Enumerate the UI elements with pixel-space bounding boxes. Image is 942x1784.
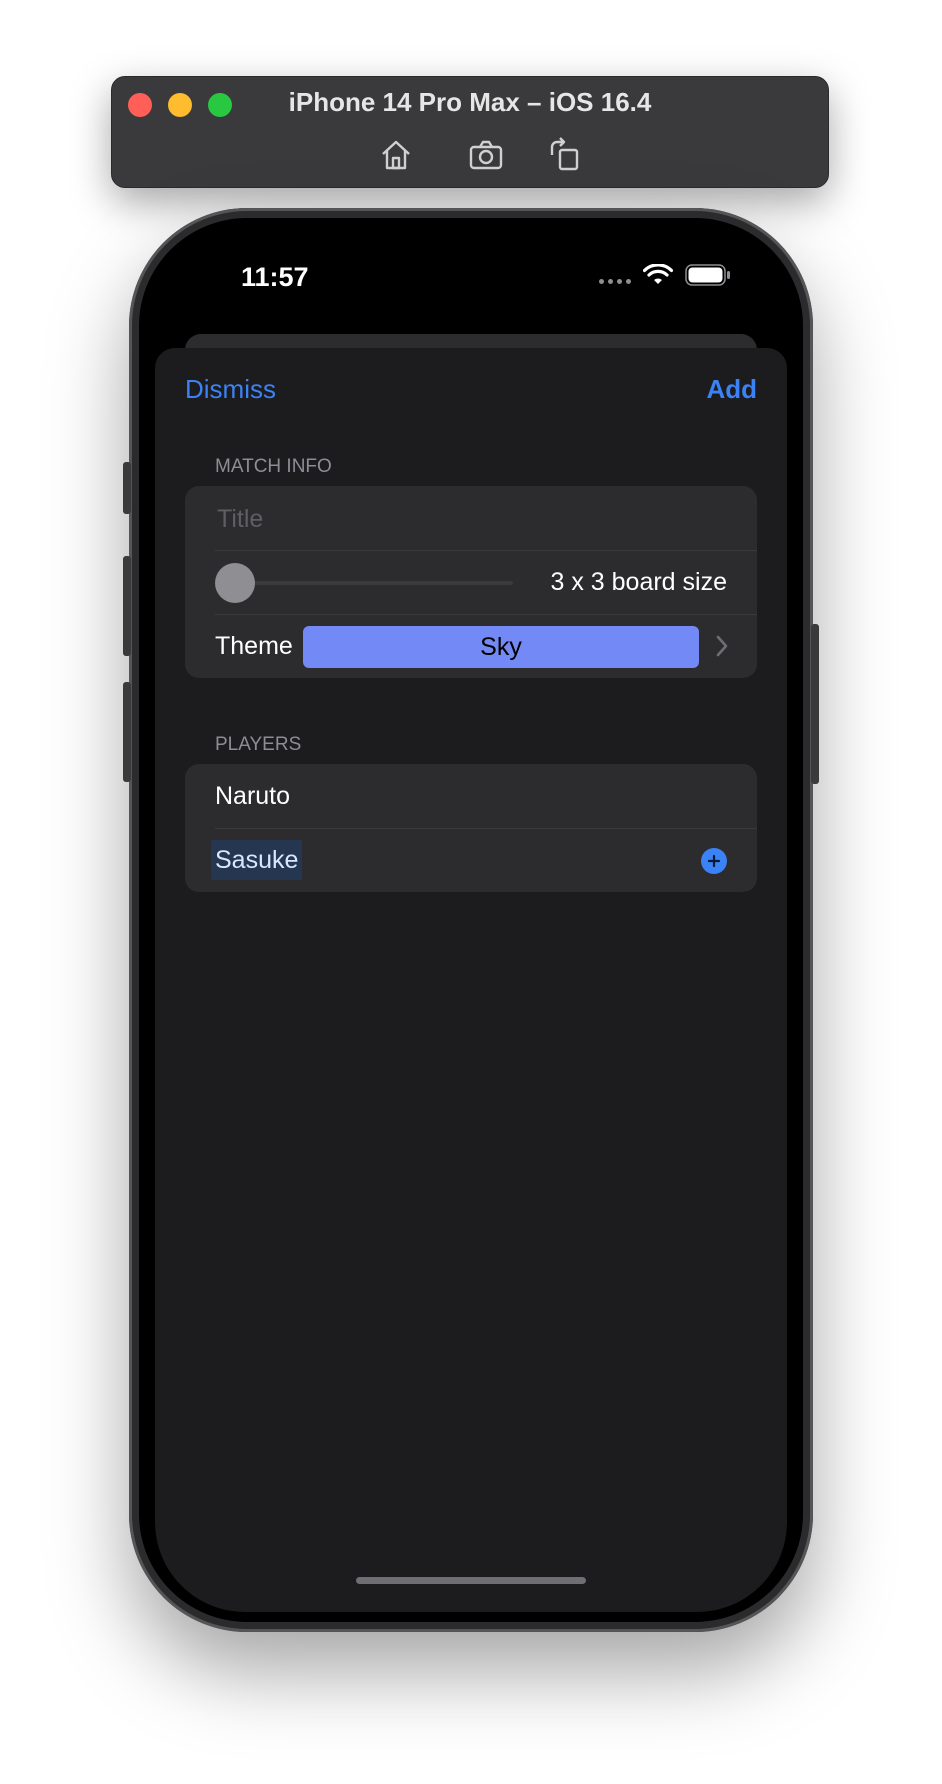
rotate-icon[interactable] (544, 135, 584, 175)
theme-row[interactable]: Theme Sky (185, 614, 757, 678)
power-button (811, 624, 819, 784)
battery-icon (685, 264, 730, 286)
volume-up-button (123, 556, 131, 656)
board-size-row: 3 x 3 board size (185, 550, 757, 614)
list-item[interactable]: Naruto (185, 764, 757, 828)
screen: 11:57 Dismiss Add MATCH INFO Title 3 x 3… (139, 218, 803, 1622)
add-player-button[interactable] (701, 848, 727, 874)
match-info-header: MATCH INFO (215, 456, 332, 477)
iphone-frame: 11:57 Dismiss Add MATCH INFO Title 3 x 3… (123, 208, 819, 1632)
mute-switch (123, 462, 131, 514)
theme-label: Theme (215, 632, 293, 660)
chevron-right-icon (716, 635, 728, 657)
board-size-slider-track[interactable] (235, 581, 513, 585)
home-indicator (356, 1577, 586, 1584)
dismiss-button[interactable]: Dismiss (185, 374, 276, 405)
signal-icon (599, 278, 631, 284)
title-row (185, 486, 757, 550)
board-size-slider-thumb[interactable] (215, 563, 255, 603)
match-info-group: 3 x 3 board size Theme Sky (185, 486, 757, 678)
theme-picker[interactable]: Sky (303, 626, 699, 668)
home-icon[interactable] (376, 135, 416, 175)
status-time: 11:57 (241, 262, 309, 292)
screenshot-icon[interactable] (466, 135, 506, 175)
status-icons (599, 264, 731, 286)
simulator-window-bar: iPhone 14 Pro Max – iOS 16.4 (111, 76, 829, 188)
players-header: PLAYERS (215, 734, 302, 755)
plus-icon (707, 854, 721, 868)
board-size-label: 3 x 3 board size (550, 568, 728, 596)
player-name: Naruto (215, 782, 291, 810)
title-input[interactable] (215, 498, 719, 540)
new-player-input[interactable]: Sasuke (211, 840, 303, 880)
add-match-sheet: Dismiss Add MATCH INFO 3 x 3 board size … (155, 348, 787, 1612)
add-button[interactable]: Add (706, 374, 757, 405)
list-item[interactable]: Sasuke (185, 828, 757, 892)
players-group: Naruto Sasuke (185, 764, 757, 892)
volume-down-button (123, 682, 131, 782)
wifi-icon (643, 264, 673, 284)
simulator-title: iPhone 14 Pro Max – iOS 16.4 (288, 87, 652, 117)
